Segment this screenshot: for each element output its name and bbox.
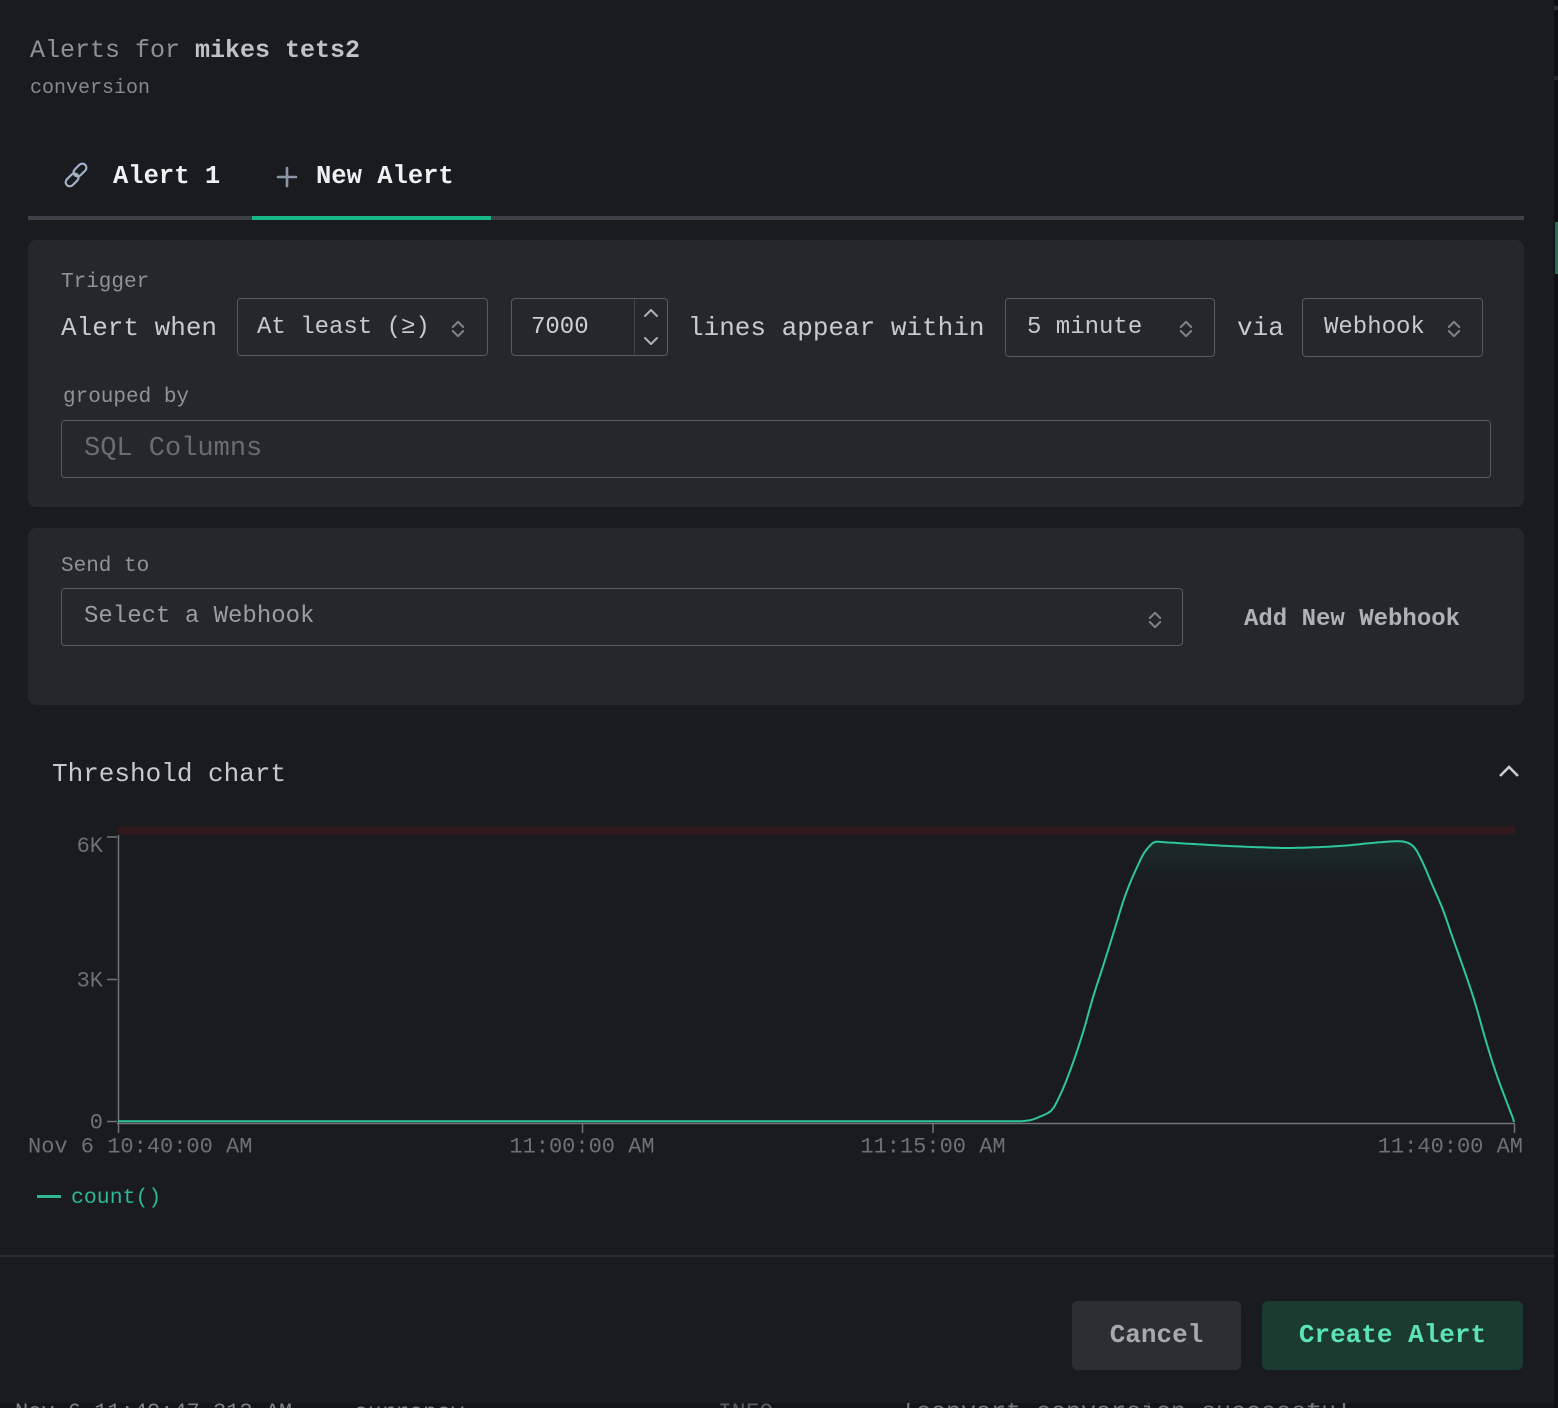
svg-text:11:40:00 AM: 11:40:00 AM: [1378, 1135, 1523, 1160]
svg-text:11:15:00 AM: 11:15:00 AM: [860, 1135, 1005, 1160]
svg-text:3K: 3K: [77, 969, 104, 994]
svg-text:count(): count(): [71, 1186, 161, 1210]
svg-text:11:00:00 AM: 11:00:00 AM: [509, 1135, 654, 1160]
svg-text:6K: 6K: [77, 834, 104, 859]
svg-text:Nov 6 10:40:00 AM: Nov 6 10:40:00 AM: [28, 1135, 252, 1160]
svg-text:0: 0: [90, 1111, 103, 1136]
